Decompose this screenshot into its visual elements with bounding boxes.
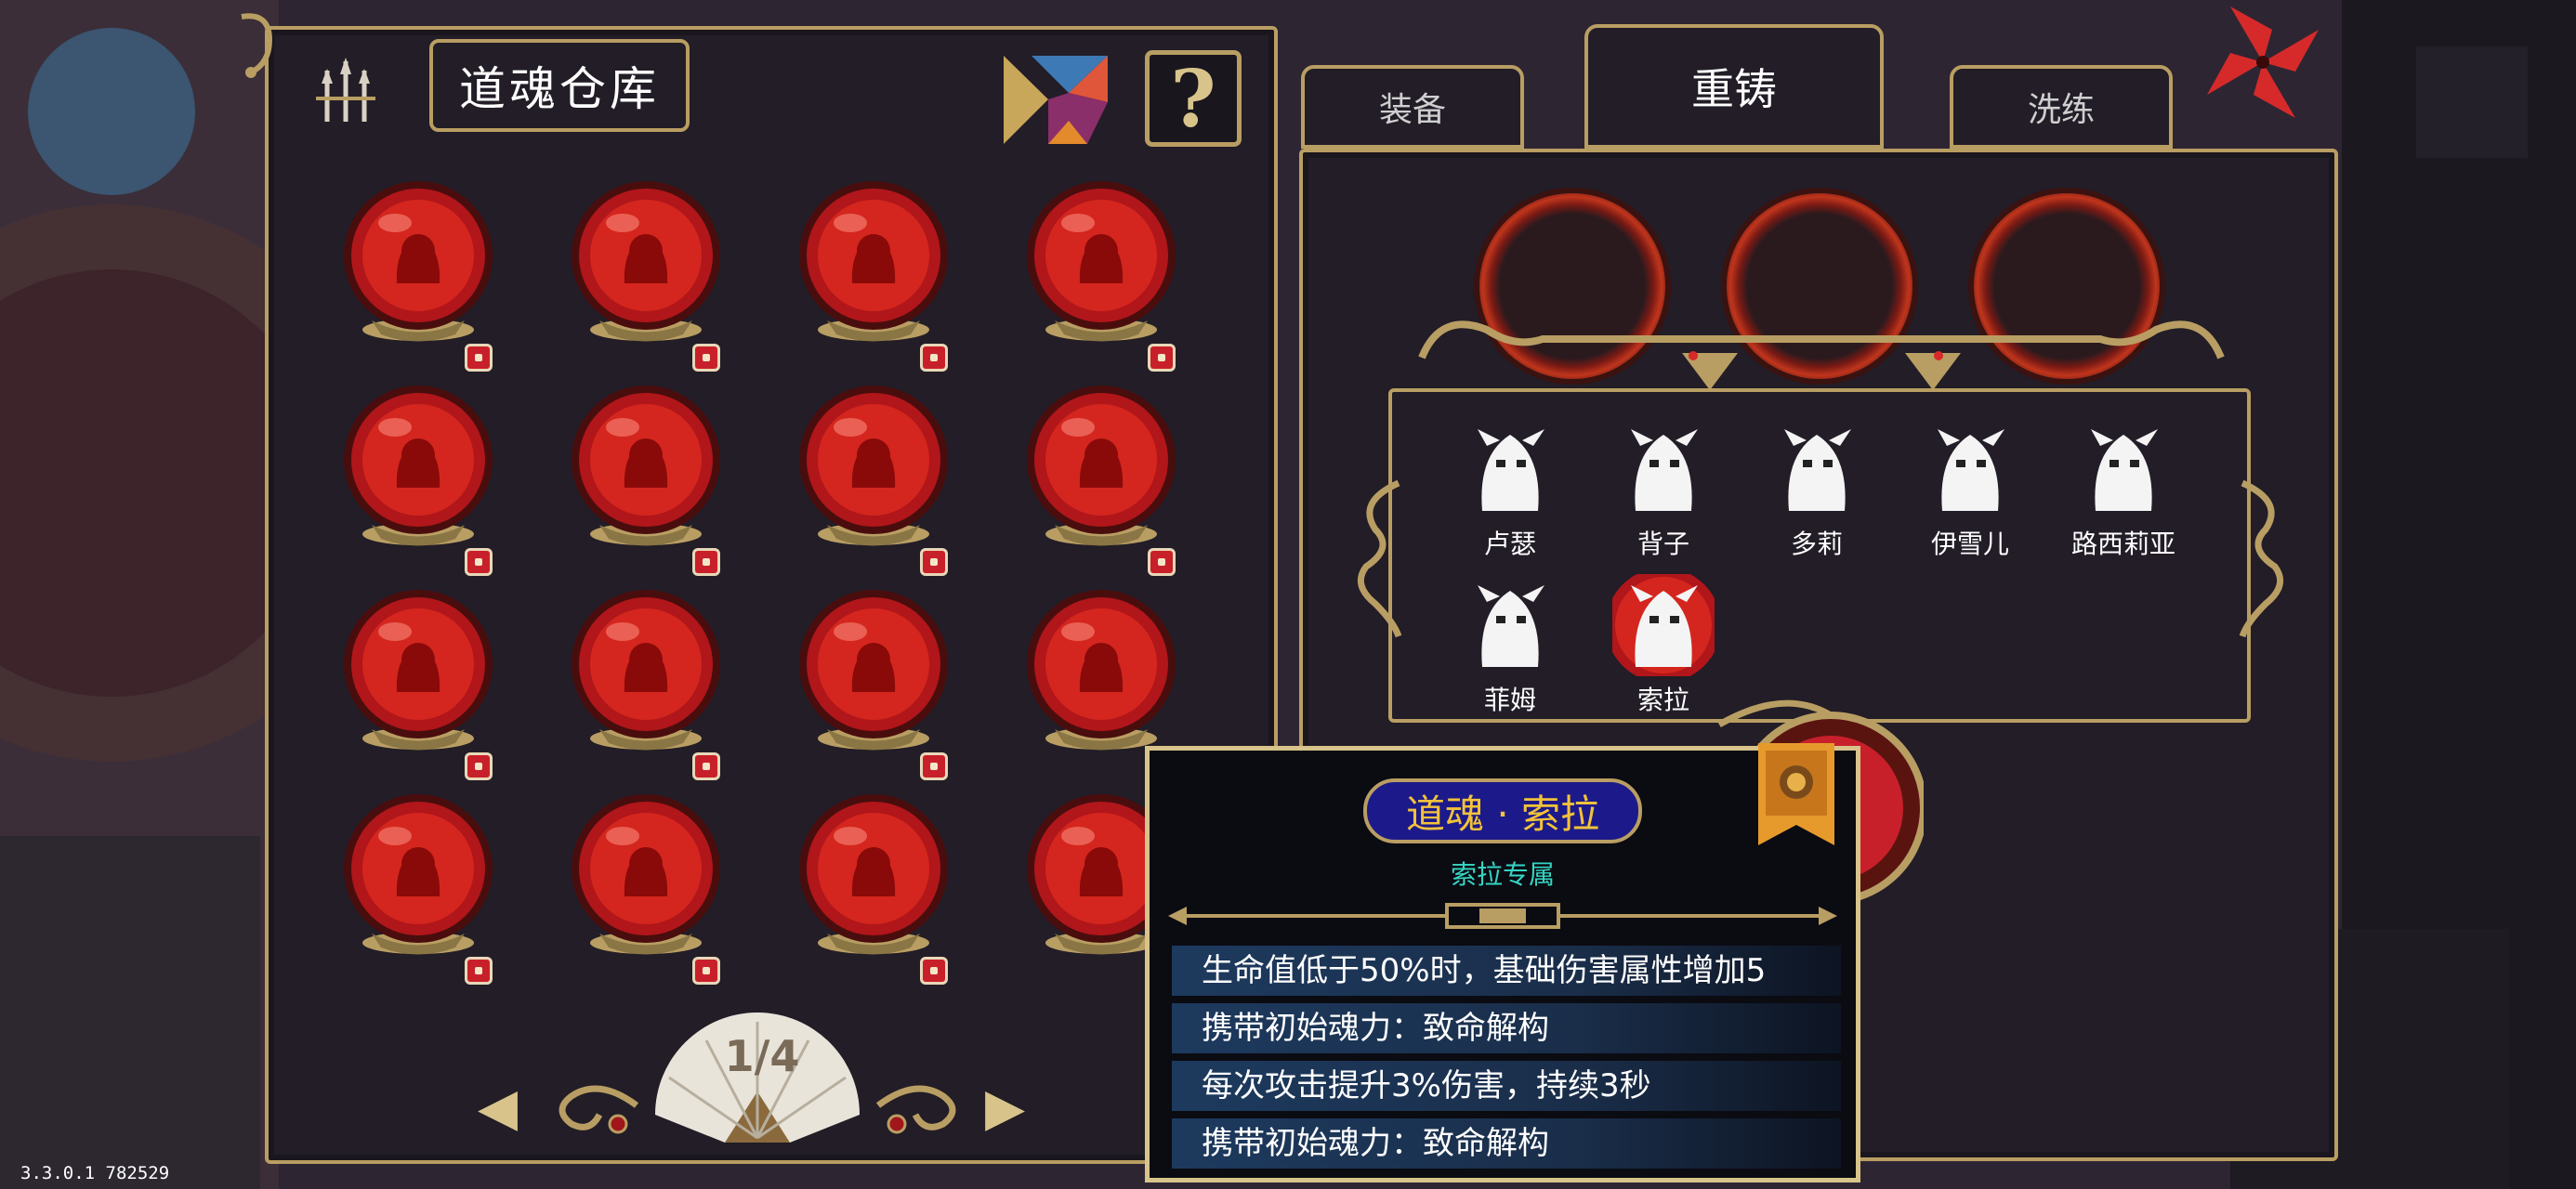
- new-badge-icon: [920, 344, 948, 372]
- version-label: 3.3.0.1 782529: [20, 1163, 170, 1183]
- soul-orb-slot[interactable]: [567, 385, 725, 576]
- soul-orb-slot[interactable]: [1022, 181, 1180, 372]
- tab-recast-label: 重铸: [1691, 64, 1777, 114]
- character-portrait-icon: [1612, 418, 1715, 520]
- soul-orb-slot[interactable]: [795, 385, 953, 576]
- tooltip-subtitle: 索拉专属: [1450, 859, 1555, 890]
- soul-orb-slot[interactable]: [339, 794, 497, 985]
- character-portrait-icon: [1919, 418, 2021, 520]
- tab-refine-label: 洗练: [2027, 91, 2095, 129]
- new-badge-icon: [465, 957, 493, 985]
- new-badge-icon: [465, 752, 493, 780]
- character-name: 多莉: [1790, 529, 1843, 559]
- new-badge-icon: [920, 752, 948, 780]
- tooltip-effect-line: 携带初始魂力：致命解构: [1172, 1003, 1841, 1053]
- new-badge-icon: [692, 752, 720, 780]
- character-portrait-icon: [2072, 418, 2175, 520]
- storage-title-text: 道魂仓库: [459, 62, 660, 116]
- soul-orb-icon: [1027, 590, 1176, 751]
- soul-orb-slot[interactable]: [567, 794, 725, 985]
- tab-equipment-label: 装备: [1378, 91, 1446, 129]
- tooltip-title-text: 道魂 · 索拉: [1405, 790, 1600, 837]
- soul-orb-slot[interactable]: [795, 181, 953, 372]
- soul-orb-slot[interactable]: [339, 590, 497, 780]
- soul-orb-slot[interactable]: [1022, 590, 1180, 780]
- soul-orb-slot[interactable]: [795, 590, 953, 780]
- character-name: 路西莉亚: [2070, 529, 2175, 559]
- new-badge-icon: [692, 344, 720, 372]
- character-name: 菲姆: [1483, 685, 1536, 715]
- soul-orb-icon: [1027, 385, 1176, 546]
- corner-ornament-icon: [241, 13, 273, 78]
- new-badge-icon: [465, 344, 493, 372]
- soul-orb-icon: [344, 794, 493, 955]
- soul-orb-slot[interactable]: [339, 181, 497, 372]
- soul-orb-icon: [1027, 181, 1176, 342]
- character-item[interactable]: 菲姆: [1440, 574, 1580, 717]
- new-badge-icon: [920, 957, 948, 985]
- tab-refine[interactable]: 洗练: [1950, 65, 2173, 149]
- character-item[interactable]: 多莉: [1747, 418, 1886, 561]
- soul-rank-banner-icon: [1758, 743, 1834, 845]
- soul-orb-icon: [572, 385, 720, 546]
- page-indicator: 1/4: [724, 1031, 800, 1081]
- soul-orb-slot[interactable]: [1022, 385, 1180, 576]
- soul-orb-slot[interactable]: [567, 181, 725, 372]
- soul-orb-icon: [572, 181, 720, 342]
- soul-orb-icon: [572, 590, 720, 751]
- character-portrait-icon: [1766, 418, 1868, 520]
- character-name: 伊雪儿: [1930, 529, 2009, 559]
- character-item[interactable]: 路西莉亚: [2054, 418, 2193, 561]
- soul-orb-slot[interactable]: [567, 590, 725, 780]
- new-badge-icon: [1148, 344, 1176, 372]
- soul-orb-icon: [799, 590, 948, 751]
- tooltip-effect-line: 生命值低于50%时，基础伤害属性增加5: [1172, 946, 1841, 996]
- help-label: ?: [1170, 52, 1216, 145]
- character-portrait-icon: [1459, 574, 1561, 676]
- soul-orb-icon: [344, 181, 493, 342]
- character-item[interactable]: 背子: [1594, 418, 1733, 561]
- soul-orb-slot[interactable]: [339, 385, 497, 576]
- swirl-ornament-icon: [559, 1085, 639, 1134]
- pinwheel-icon[interactable]: [2202, 2, 2323, 123]
- tab-recast[interactable]: 重铸: [1584, 24, 1884, 149]
- soul-orb-slot[interactable]: [795, 794, 953, 985]
- new-badge-icon: [692, 957, 720, 985]
- character-portrait-icon: [1459, 418, 1561, 520]
- side-ornament-icon: [1357, 479, 1402, 638]
- divider-ornament-icon: [1168, 903, 1837, 929]
- new-badge-icon: [465, 548, 493, 576]
- tooltip-effect-line: 携带初始魂力：致命解构: [1172, 1118, 1841, 1169]
- tab-equipment[interactable]: 装备: [1301, 65, 1524, 149]
- character-name: 背子: [1636, 529, 1689, 559]
- swirl-ornament-icon: [875, 1085, 956, 1134]
- soul-orb-icon: [572, 794, 720, 955]
- prev-page-button[interactable]: ◀: [478, 1082, 518, 1134]
- help-button[interactable]: ?: [1145, 50, 1242, 147]
- next-page-button[interactable]: ▶: [985, 1082, 1025, 1134]
- character-item[interactable]: 伊雪儿: [1900, 418, 2040, 561]
- character-name: 卢瑟: [1483, 529, 1536, 559]
- new-badge-icon: [1148, 548, 1176, 576]
- soul-orb-icon: [344, 590, 493, 751]
- character-portrait-icon: [1606, 568, 1721, 683]
- new-badge-icon: [920, 548, 948, 576]
- tooltip-effect-line: 每次攻击提升3%伤害，持续3秒: [1172, 1061, 1841, 1111]
- side-ornament-icon: [2239, 479, 2284, 638]
- storage-title: 道魂仓库: [429, 39, 690, 132]
- soul-orb-icon: [799, 385, 948, 546]
- new-badge-icon: [692, 548, 720, 576]
- filter-feathers-icon[interactable]: [309, 52, 383, 136]
- character-item[interactable]: 卢瑟: [1440, 418, 1580, 561]
- soul-orb-icon: [799, 181, 948, 342]
- tooltip-title: 道魂 · 索拉: [1363, 778, 1642, 843]
- soul-tooltip: 道魂 · 索拉 索拉专属 生命值低于50%时，基础伤害属性增加5 携带初始魂力：…: [1145, 746, 1860, 1182]
- soul-orb-icon: [799, 794, 948, 955]
- tangram-icon[interactable]: [1004, 56, 1108, 144]
- soul-orb-icon: [344, 385, 493, 546]
